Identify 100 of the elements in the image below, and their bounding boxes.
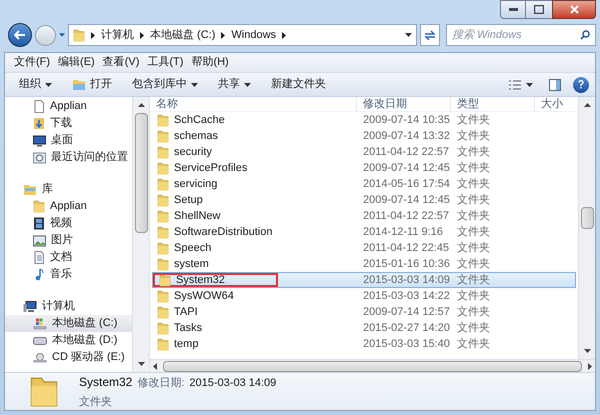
toolbar-button[interactable]: 包含到库中: [124, 74, 206, 94]
file-row[interactable]: SoftwareDistribution 2014-12-11 9:16 文件夹: [152, 224, 576, 240]
caret-icon: [405, 33, 412, 37]
address-bar[interactable]: 计算机 本地磁盘 (C:) Windows: [68, 24, 417, 46]
name-cell: Speech: [153, 241, 278, 255]
nav-item[interactable]: 下载: [5, 115, 132, 132]
date-cell-text: 2015-03-03 14:09: [362, 272, 451, 288]
nav-item[interactable]: 音乐: [5, 266, 132, 283]
chevron-right-icon: [140, 32, 144, 38]
column-header[interactable]: 类型: [450, 97, 534, 111]
back-button[interactable]: [8, 23, 32, 47]
scrollbar-thumb[interactable]: [580, 207, 594, 229]
file-row[interactable]: system 2015-01-16 10:36 文件夹: [152, 256, 576, 272]
nav-item[interactable]: 图片: [5, 232, 132, 249]
nav-item[interactable]: 库: [5, 181, 132, 198]
type-cell-text: 文件夹: [456, 192, 490, 208]
name-cell: temp: [153, 337, 278, 351]
file-row[interactable]: temp 2015-03-03 15:40 文件夹: [152, 336, 576, 352]
nav-item[interactable]: 文档: [5, 249, 132, 266]
vertical-scrollbar[interactable]: [132, 97, 149, 372]
toolbar-button[interactable]: 新建文件夹: [263, 74, 334, 94]
scrollbar-thumb[interactable]: [163, 360, 582, 372]
nav-item[interactable]: Applian: [5, 198, 132, 215]
date-value: 2015-03-03 14:09: [189, 376, 276, 391]
file-name: System32: [79, 374, 132, 391]
menu-item[interactable]: 文件(F): [11, 54, 54, 71]
type-cell-text: 文件夹: [456, 320, 490, 336]
minimize-button[interactable]: [500, 0, 526, 19]
restore-icon: [534, 5, 544, 14]
nav-item[interactable]: Applian: [5, 98, 132, 115]
nav-item[interactable]: 计算机: [5, 298, 132, 315]
type-cell-text: 文件夹: [456, 288, 490, 304]
file-row[interactable]: TAPI 2009-07-14 12:57 文件夹: [152, 304, 576, 320]
type-cell-text: 文件夹: [456, 224, 490, 240]
menu-item[interactable]: 帮助(H): [188, 54, 232, 71]
menu-item[interactable]: 编辑(E): [55, 54, 98, 71]
type-cell-text: 文件夹: [456, 304, 490, 320]
chevron-right-icon: [91, 32, 95, 38]
menu-item[interactable]: 工具(T): [144, 54, 186, 71]
caret-icon: [45, 82, 52, 86]
file-row[interactable]: servicing 2014-05-16 17:54 文件夹: [152, 176, 576, 192]
date-cell-text: 2009-07-14 12:57: [362, 304, 451, 320]
list-view-icon: [509, 80, 521, 90]
close-button[interactable]: [552, 0, 596, 19]
folder-icon: [157, 338, 169, 350]
type-cell-text: 文件夹: [456, 336, 490, 352]
folder-icon: [157, 322, 169, 334]
help-button[interactable]: [573, 76, 589, 92]
date-cell-text: 2009-07-14 12:45: [362, 160, 451, 176]
nav-item[interactable]: 桌面: [5, 132, 132, 149]
name-cell: security: [153, 145, 278, 159]
folder-icon: [33, 200, 45, 213]
search-field[interactable]: 搜索 Windows: [446, 24, 596, 46]
horizontal-scrollbar[interactable]: [150, 359, 595, 372]
file-row[interactable]: ServiceProfiles 2009-07-14 12:45 文件夹: [152, 160, 576, 176]
menu-item[interactable]: 查看(V): [100, 54, 142, 71]
nav-item[interactable]: 视频: [5, 215, 132, 232]
file-row[interactable]: schemas 2009-07-14 13:32 文件夹: [152, 128, 576, 144]
caret-icon: [191, 82, 198, 86]
type-cell-text: 文件夹: [456, 240, 490, 256]
picture-icon: [33, 234, 46, 246]
date-cell-text: 2014-12-11 9:16: [362, 224, 444, 240]
file-row[interactable]: Setup 2009-07-14 12:45 文件夹: [152, 192, 576, 208]
folder-icon: [157, 226, 169, 238]
search-input[interactable]: 搜索 Windows: [452, 26, 580, 44]
refresh-button[interactable]: [420, 24, 440, 46]
pane-icon: [549, 78, 561, 90]
breadcrumb-item[interactable]: 本地磁盘 (C:): [150, 26, 216, 44]
file-row[interactable]: ShellNew 2011-04-12 22:57 文件夹: [152, 208, 576, 224]
file-row[interactable]: Speech 2011-04-12 22:45 文件夹: [152, 240, 576, 256]
file-row[interactable]: Tasks 2015-02-27 14:20 文件夹: [152, 320, 576, 336]
left-arrow-icon: [153, 362, 157, 370]
nav-item[interactable]: 本地磁盘 (C:): [5, 315, 132, 332]
nav-item[interactable]: CD 驱动器 (E:): [5, 349, 132, 366]
toolbar-button[interactable]: 共享: [210, 74, 259, 94]
maximize-button[interactable]: [526, 0, 552, 19]
vertical-scrollbar[interactable]: [578, 97, 595, 359]
nav-item[interactable]: 最近访问的位置: [5, 149, 132, 166]
breadcrumb-item[interactable]: Windows: [231, 26, 276, 44]
toolbar-button[interactable]: 组织: [11, 74, 60, 94]
nav-item[interactable]: 本地磁盘 (D:): [5, 332, 132, 349]
file-row[interactable]: SysWOW64 2015-03-03 14:22 文件夹: [152, 288, 576, 304]
file-row[interactable]: SchCache 2009-07-14 10:35 文件夹: [152, 112, 576, 128]
scrollbar-thumb[interactable]: [134, 113, 148, 233]
name-cell: SchCache: [153, 113, 278, 127]
file-row[interactable]: security 2011-04-12 22:57 文件夹: [152, 144, 576, 160]
type-cell-text: 文件夹: [456, 160, 490, 176]
document-icon: [33, 251, 45, 264]
column-header[interactable]: 名称: [150, 97, 356, 111]
column-header[interactable]: 修改日期: [356, 97, 450, 111]
name-cell: SoftwareDistribution: [153, 225, 278, 239]
column-header[interactable]: 大小: [534, 97, 574, 111]
folder-icon: [157, 242, 169, 254]
chevron-right-icon: [282, 32, 286, 38]
toolbar-button[interactable]: 打开: [64, 74, 120, 94]
date-cell-text: 2015-03-03 15:40: [362, 336, 451, 352]
type-cell-text: 文件夹: [456, 272, 490, 288]
name-cell: SysWOW64: [153, 289, 278, 303]
breadcrumb-item[interactable]: 计算机: [101, 26, 134, 44]
file-row[interactable]: System32 2015-03-03 14:09 文件夹: [152, 272, 576, 288]
